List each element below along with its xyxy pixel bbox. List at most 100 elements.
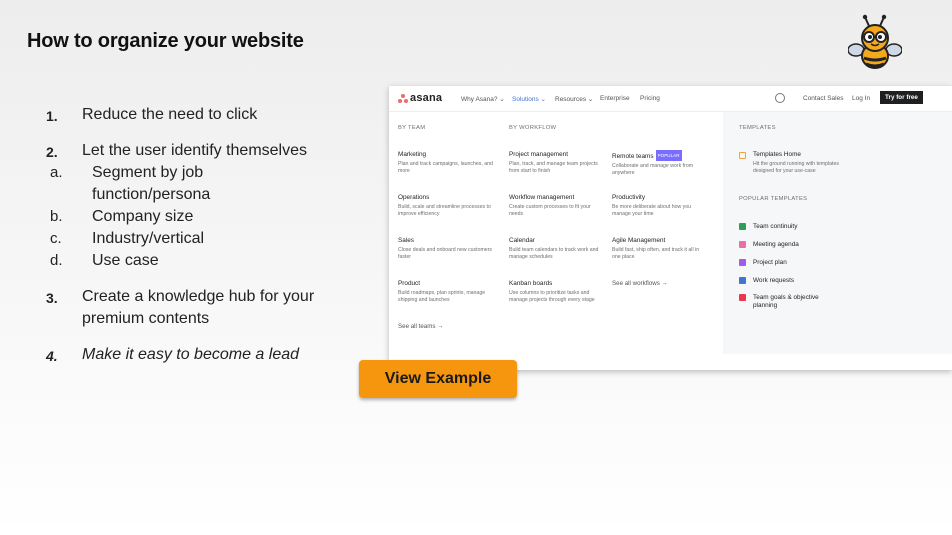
template-team-continuity-link[interactable]: Team continuity <box>739 223 849 231</box>
entry-desc: Close deals and onboard new customers fa… <box>398 247 493 260</box>
entry-title: Workflow management <box>509 194 575 201</box>
sub-text: Company size <box>92 208 194 225</box>
remote-teams-label: Remote teams <box>612 153 654 160</box>
template-icon <box>739 223 746 230</box>
workflow-remote-teams-link[interactable]: Remote teams POPULAR Collaborate and mana… <box>612 150 707 177</box>
workflow-agile-link[interactable]: Agile Management Build fast, ship often,… <box>612 236 707 261</box>
globe-icon[interactable] <box>775 93 785 103</box>
nav-pricing[interactable]: Pricing <box>640 95 660 102</box>
templates-home-link[interactable]: Templates Home Hit the ground running wi… <box>739 151 849 175</box>
template-icon <box>739 241 746 248</box>
item-number: 1. <box>46 108 58 124</box>
site-nav: asana Why Asana? ⌄ Solutions ⌄ Resources… <box>389 86 952 112</box>
templates-home-title: Templates Home <box>753 151 801 158</box>
entry-title: Operations <box>398 194 430 201</box>
slide-title: How to organize your website <box>27 30 304 52</box>
entry-title: Agile Management <box>612 237 666 244</box>
entry-desc: Build fast, ship often, and track it all… <box>612 247 700 260</box>
entry-title: Remote teams POPULAR <box>612 150 707 161</box>
item-number: 2. <box>46 144 58 160</box>
sub-item: a. Segment by job function/persona <box>44 162 354 206</box>
solutions-dropdown: BY TEAM BY WORKFLOW TEMPLATES Marketing … <box>389 112 952 370</box>
entry-desc: Plan, track, and manage team projects fr… <box>509 161 598 174</box>
template-label: Project plan <box>753 259 787 266</box>
workflow-management-link[interactable]: Workflow management Create custom proces… <box>509 193 604 218</box>
entry-title: Product <box>398 280 421 287</box>
bee-mascot-icon <box>848 14 902 69</box>
entry-title: Productivity <box>612 194 646 201</box>
list-item: 1. Reduce the need to click <box>44 104 354 126</box>
entry-title: Sales <box>398 237 414 244</box>
item-number: 3. <box>46 290 58 306</box>
team-marketing-link[interactable]: Marketing Plan and track campaigns, laun… <box>398 150 493 175</box>
popular-badge: POPULAR <box>655 150 682 161</box>
template-label: Team continuity <box>753 223 798 230</box>
sub-item: c. Industry/vertical <box>44 228 354 250</box>
nav-log-in[interactable]: Log In <box>852 95 870 102</box>
entry-desc: Build, scale and streamline processes to… <box>398 204 491 217</box>
view-example-button[interactable]: View Example <box>359 360 517 398</box>
see-all-workflows-link[interactable]: See all workflows → <box>612 280 668 287</box>
asana-logo[interactable]: asana <box>398 92 442 104</box>
list-item: 3. Create a knowledge hub for your premi… <box>44 286 328 330</box>
by-workflow-header: BY WORKFLOW <box>509 125 557 131</box>
templates-header: TEMPLATES <box>739 125 776 131</box>
sub-text: Segment by job function/persona <box>92 164 211 203</box>
entry-desc: Build roadmaps, plan sprints, manage shi… <box>398 290 486 303</box>
team-sales-link[interactable]: Sales Close deals and onboard new custom… <box>398 236 493 261</box>
try-for-free-button[interactable]: Try for free <box>880 91 923 104</box>
template-label: Work requests <box>753 277 795 284</box>
asana-dots-icon <box>398 93 408 103</box>
entry-title: Marketing <box>398 151 427 158</box>
template-team-goals-link[interactable]: Team goals & objective planning <box>739 294 829 310</box>
by-team-header: BY TEAM <box>398 125 426 131</box>
entry-title: Project management <box>509 151 568 158</box>
sub-text: Industry/vertical <box>92 230 205 247</box>
team-operations-link[interactable]: Operations Build, scale and streamline p… <box>398 193 493 218</box>
team-product-link[interactable]: Product Build roadmaps, plan sprints, ma… <box>398 279 493 304</box>
item-text: Create a knowledge hub for your premium … <box>82 288 315 327</box>
list-item: 4. Make it easy to become a lead <box>44 344 354 366</box>
templates-panel <box>723 112 952 354</box>
template-icon <box>739 277 746 284</box>
sub-item: b. Company size <box>44 206 354 228</box>
workflow-calendar-link[interactable]: Calendar Build team calendars to track w… <box>509 236 604 261</box>
nav-enterprise[interactable]: Enterprise <box>600 95 630 102</box>
entry-title: Kanban boards <box>509 280 553 287</box>
nav-contact-sales[interactable]: Contact Sales <box>803 95 843 102</box>
template-label: Meeting agenda <box>753 241 799 248</box>
entry-desc: Create custom processes to fit your need… <box>509 204 591 217</box>
nav-solutions[interactable]: Solutions ⌄ <box>512 95 546 103</box>
workflow-project-management-link[interactable]: Project management Plan, track, and mana… <box>509 150 604 175</box>
template-work-requests-link[interactable]: Work requests <box>739 277 849 285</box>
entry-desc: Collaborate and manage work from anywher… <box>612 163 694 176</box>
template-project-plan-link[interactable]: Project plan <box>739 259 849 267</box>
template-icon <box>739 294 746 301</box>
item-text: Reduce the need to click <box>82 106 258 123</box>
entry-desc: Be more deliberate about how you manage … <box>612 204 692 217</box>
see-all-teams-link[interactable]: See all teams → <box>398 323 443 330</box>
workflow-productivity-link[interactable]: Productivity Be more deliberate about ho… <box>612 193 707 218</box>
tips-list: 1. Reduce the need to click 2. Let the u… <box>44 104 354 366</box>
nav-why-asana[interactable]: Why Asana? ⌄ <box>461 95 505 103</box>
entry-desc: Build team calendars to track work and m… <box>509 247 599 260</box>
templates-home-desc: Hit the ground running with templates de… <box>753 161 839 174</box>
item-text: Let the user identify themselves <box>82 142 308 159</box>
sub-item: d. Use case <box>44 250 354 272</box>
logo-text: asana <box>410 92 443 104</box>
template-meeting-agenda-link[interactable]: Meeting agenda <box>739 241 849 249</box>
entry-title: Calendar <box>509 237 535 244</box>
workflow-kanban-link[interactable]: Kanban boards Use columns to prioritize … <box>509 279 604 304</box>
popular-templates-header: POPULAR TEMPLATES <box>739 196 808 202</box>
template-home-icon <box>739 152 746 159</box>
sub-letter: a. <box>50 164 63 181</box>
template-icon <box>739 259 746 266</box>
nav-resources[interactable]: Resources ⌄ <box>555 95 593 103</box>
template-label: Team goals & objective planning <box>753 294 819 309</box>
item-text: Make it easy to become a lead <box>82 346 300 363</box>
entry-desc: Plan and track campaigns, launches, and … <box>398 161 493 174</box>
item-number: 4. <box>46 348 58 364</box>
sub-letter: b. <box>50 208 63 225</box>
sub-letter: c. <box>50 230 62 247</box>
entry-desc: Use columns to prioritize tasks and mana… <box>509 290 595 303</box>
